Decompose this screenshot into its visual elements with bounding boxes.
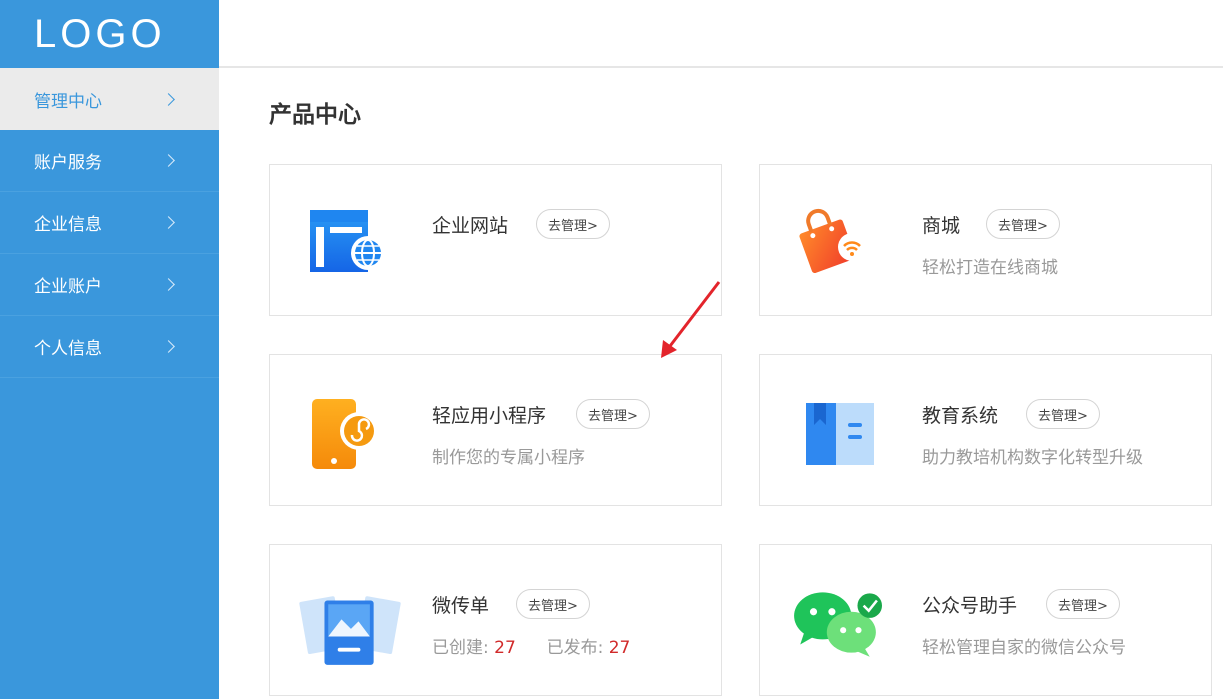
chevron-right-icon: [162, 278, 175, 291]
created-count: 27: [494, 638, 516, 658]
manage-button[interactable]: 去管理>: [1026, 399, 1100, 429]
manage-button[interactable]: 去管理>: [516, 589, 590, 619]
top-bar: [219, 0, 1223, 68]
sidebar-item-label: 企业信息: [34, 215, 102, 235]
flyer-icon: [299, 596, 401, 665]
product-card-mall: 商城 去管理> 轻松打造在线商城: [759, 164, 1212, 316]
created-label: 已创建:: [432, 638, 489, 658]
card-stats: 已创建: 27 已发布: 27: [432, 633, 630, 658]
card-title: 轻应用小程序: [432, 405, 547, 427]
card-description: 轻松打造在线商城: [922, 258, 1058, 278]
sidebar: LOGO 管理中心 账户服务 企业信息 企业账户 个人信息: [0, 0, 219, 699]
card-description: 制作您的专属小程序: [432, 448, 585, 468]
logo: LOGO: [34, 11, 166, 56]
product-card-education: 教育系统 去管理> 助力教培机构数字化转型升级: [759, 354, 1212, 506]
card-title: 企业网站: [432, 215, 509, 237]
product-card-mini-program: 轻应用小程序 去管理> 制作您的专属小程序: [269, 354, 722, 506]
book-icon: [806, 403, 874, 465]
sidebar-item-label: 企业账户: [34, 277, 102, 297]
card-title: 微传单: [432, 595, 490, 617]
sidebar-item-management-center[interactable]: 管理中心: [0, 68, 219, 130]
sidebar-item-label: 管理中心: [34, 91, 102, 112]
annotation-arrow-icon: [661, 281, 721, 358]
product-card-wechat-assistant: 公众号助手 去管理> 轻松管理自家的微信公众号: [759, 544, 1212, 696]
page-title: 产品中心: [269, 102, 361, 128]
chevron-right-icon: [162, 340, 175, 353]
card-description: 轻松管理自家的微信公众号: [922, 638, 1126, 658]
manage-button[interactable]: 去管理>: [536, 209, 610, 239]
published-label: 已发布:: [546, 638, 604, 658]
wechat-icon: [794, 592, 882, 657]
card-title: 商城: [922, 215, 961, 237]
manage-button[interactable]: 去管理>: [576, 399, 650, 429]
sidebar-item-company-account[interactable]: 企业账户: [0, 254, 219, 316]
card-title: 公众号助手: [922, 595, 1018, 617]
card-title: 教育系统: [922, 405, 999, 427]
sidebar-item-personal-info[interactable]: 个人信息: [0, 316, 219, 378]
chevron-right-icon: [162, 92, 175, 106]
chevron-right-icon: [162, 154, 175, 167]
website-icon: [310, 210, 385, 272]
chevron-right-icon: [162, 216, 175, 229]
sidebar-item-label: 账户服务: [34, 153, 102, 173]
sidebar-item-account-service[interactable]: 账户服务: [0, 130, 219, 192]
published-count: 27: [608, 638, 631, 658]
card-description: 助力教培机构数字化转型升级: [922, 448, 1143, 468]
sidebar-item-label: 个人信息: [34, 339, 102, 359]
shopping-bag-icon: [799, 208, 866, 273]
mini-program-icon: [312, 399, 378, 469]
manage-button[interactable]: 去管理>: [986, 209, 1060, 239]
manage-button[interactable]: 去管理>: [1046, 589, 1120, 619]
product-card-flyer: 微传单 去管理> 已创建: 27 已发布: 27: [269, 544, 722, 696]
sidebar-item-company-info[interactable]: 企业信息: [0, 192, 219, 254]
